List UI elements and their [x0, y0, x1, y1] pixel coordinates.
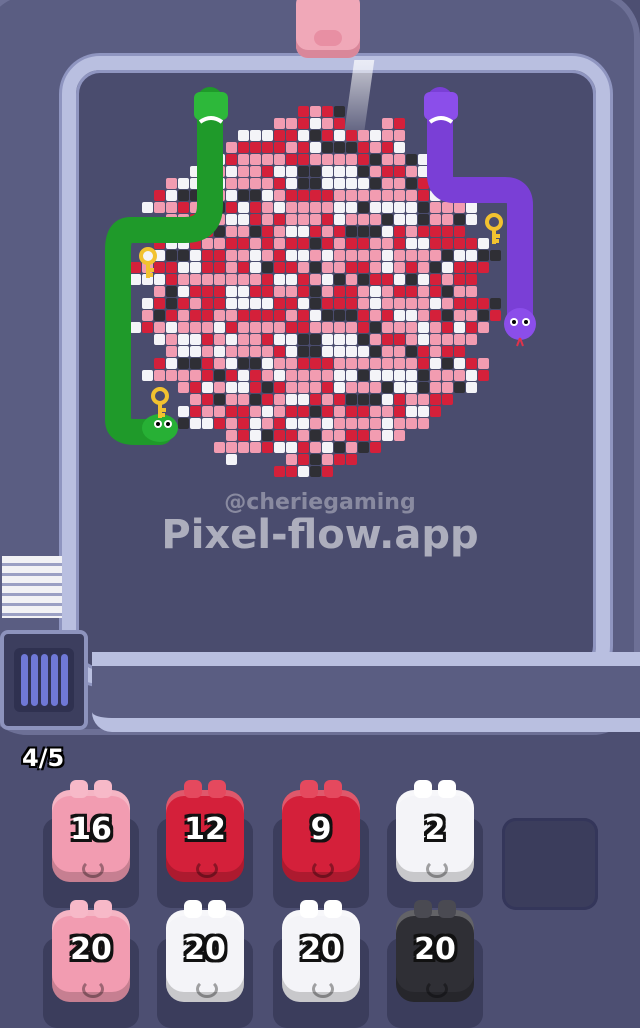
pig-ear [94, 780, 112, 798]
pig-tail-icon [196, 860, 218, 878]
purple-snake [424, 87, 536, 347]
pig-ear [414, 900, 432, 918]
pig-ear [414, 780, 432, 798]
pig-ear [324, 780, 342, 798]
pig-shooter-red[interactable]: 9 [282, 780, 360, 882]
pig-ear [300, 780, 318, 798]
purple-snake-tail [424, 92, 458, 120]
pig-ear [184, 780, 202, 798]
green-snake [105, 87, 228, 445]
pig-tail-icon [426, 980, 448, 998]
pig-ear [438, 900, 456, 918]
pig-ammo-count: 20 [70, 932, 112, 967]
pig-shooter-pink[interactable]: 20 [52, 900, 130, 1002]
pig-ammo-count: 12 [184, 812, 226, 847]
key-icon[interactable] [151, 387, 169, 418]
green-snake-head [142, 414, 178, 442]
pig-ammo-count: 20 [184, 932, 226, 967]
pig-shooter-pink[interactable]: 16 [52, 780, 130, 882]
pig-ear [300, 900, 318, 918]
pig-tail-icon [82, 860, 104, 878]
pig-shooter-white[interactable]: 20 [166, 900, 244, 1002]
pig-ammo-count: 20 [414, 932, 456, 967]
pig-ear [438, 780, 456, 798]
pig-ammo-count: 9 [310, 812, 332, 847]
pig-ear [184, 900, 202, 918]
snakes-layer [105, 87, 536, 445]
pig-ear [70, 900, 88, 918]
empty-pig-slot[interactable] [502, 818, 598, 910]
pig-shooter-red[interactable]: 12 [166, 780, 244, 882]
pig-ammo-count: 20 [300, 932, 342, 967]
pig-shooter-white[interactable]: 2 [396, 780, 474, 882]
pig-tail-icon [196, 980, 218, 998]
pig-shooter-white[interactable]: 20 [282, 900, 360, 1002]
pig-ammo-count: 2 [424, 812, 446, 847]
watermark-site: Pixel-flow.app [161, 512, 479, 558]
pig-tail-icon [426, 860, 448, 878]
pig-tail-icon [82, 980, 104, 998]
pig-tail-icon [312, 860, 334, 878]
pig-ear [324, 900, 342, 918]
pig-tail-icon [312, 980, 334, 998]
key-icon[interactable] [485, 213, 503, 244]
pig-ear [70, 780, 88, 798]
pig-shooter-black[interactable]: 20 [396, 900, 474, 1002]
green-snake-tail [194, 92, 228, 120]
purple-snake-head [504, 308, 536, 340]
pig-ammo-count: 16 [70, 812, 112, 847]
pig-ear [208, 780, 226, 798]
key-icon[interactable] [139, 247, 157, 278]
pig-ear [94, 900, 112, 918]
pig-ear [208, 900, 226, 918]
level-progress-counter: 4/5 [22, 744, 65, 772]
